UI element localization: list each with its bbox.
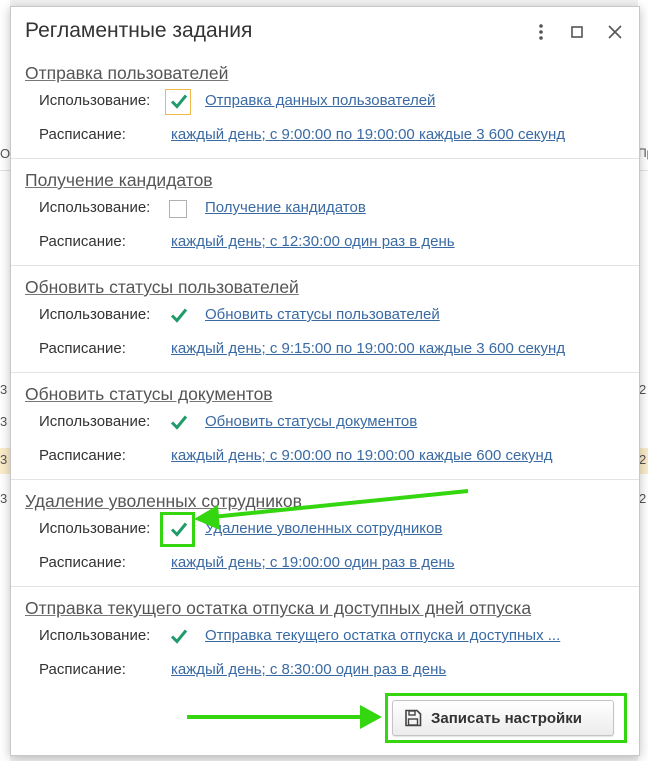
annotation-arrow-to-save xyxy=(187,705,382,729)
annotation-arrow-to-checkbox xyxy=(194,489,469,530)
annotation-arrows xyxy=(187,489,469,729)
